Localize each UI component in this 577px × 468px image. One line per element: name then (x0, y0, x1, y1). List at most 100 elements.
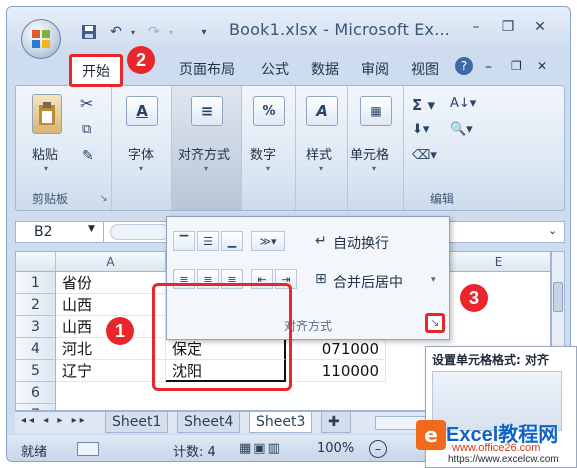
macro-record-icon[interactable] (77, 442, 99, 456)
cells-group: ▦ 单元格 ▾ (348, 86, 404, 210)
styles-group: A 样式 ▾ (296, 86, 348, 210)
row-header[interactable]: 2 (16, 294, 56, 316)
clipboard-launcher-icon[interactable]: ↘ (100, 194, 108, 204)
ribbon-tabs: 开始 页面布局 公式 数据 审阅 视图 ? – ❐ ✕ (7, 53, 570, 87)
redo-dropdown-icon[interactable]: ▾ (165, 23, 177, 41)
font-label[interactable]: 字体 (128, 144, 154, 163)
format-cells-launcher-icon[interactable]: ↘ (425, 313, 445, 333)
customize-dropdown-icon[interactable]: ▾ (197, 23, 211, 41)
ribbon: 粘贴 ▾ ✂ ⧉ ✎ 剪贴板 ↘ A 字体 ▾ ≡ 对齐方式 ▾ % 数字 ▾ (15, 85, 565, 211)
middle-align-icon[interactable]: ☰ (197, 231, 219, 251)
font-icon[interactable]: A (126, 96, 158, 126)
find-select-icon[interactable]: 🔍▾ (450, 122, 473, 137)
fill-icon[interactable]: ⬇▾ (412, 122, 429, 137)
cells-dropdown-icon[interactable]: ▾ (372, 164, 376, 173)
row-header[interactable]: 1 (16, 272, 56, 294)
cells-label[interactable]: 单元格 (350, 144, 389, 163)
paste-dropdown-icon[interactable]: ▾ (44, 164, 48, 173)
copy-icon[interactable]: ⧉ (82, 122, 91, 137)
alignment-group: ≡ 对齐方式 ▾ (172, 86, 242, 210)
ribbon-close-icon[interactable]: ✕ (537, 59, 547, 73)
cell-a5[interactable]: 辽宁 (56, 360, 166, 382)
alignment-icon[interactable]: ≡ (191, 96, 223, 126)
save-icon[interactable] (79, 23, 99, 41)
cell-a2[interactable]: 山西 (56, 294, 166, 316)
styles-icon[interactable]: A (306, 96, 338, 126)
undo-icon[interactable]: ↶ (105, 23, 127, 41)
number-icon[interactable]: % (253, 96, 285, 126)
format-painter-icon[interactable]: ✎ (82, 148, 94, 164)
undo-dropdown-icon[interactable]: ▾ (127, 23, 139, 41)
insert-sheet-icon[interactable]: ✚ (321, 412, 351, 433)
styles-dropdown-icon[interactable]: ▾ (319, 164, 323, 173)
orientation-icon[interactable]: ≫▾ (251, 231, 285, 251)
status-count: 计数: 4 (173, 445, 216, 460)
annotation-badge-3: 3 (460, 284, 488, 312)
sheet-tab-sheet4[interactable]: Sheet4 (177, 412, 241, 433)
scroll-thumb[interactable] (553, 282, 563, 312)
row-header[interactable]: 4 (16, 338, 56, 360)
minimize-icon[interactable]: – (465, 19, 487, 39)
redo-icon[interactable]: ↷ (143, 23, 165, 41)
number-dropdown-icon[interactable]: ▾ (266, 164, 270, 173)
top-align-icon[interactable]: ▔ (173, 231, 195, 251)
office-button[interactable] (21, 19, 61, 59)
column-header-e[interactable]: E (446, 252, 550, 272)
tooltip-title: 设置单元格格式: 对齐 (432, 353, 549, 367)
merge-center-icon[interactable]: ⊞ (315, 271, 327, 287)
formula-expand-icon[interactable]: ⌄ (548, 224, 557, 237)
help-icon[interactable]: ? (455, 57, 473, 75)
ribbon-minimize-icon[interactable]: – (485, 59, 492, 75)
clear-icon[interactable]: ⌫▾ (412, 148, 437, 163)
title-bar: ↶ ▾ ↷ ▾ ▾ Book1.xlsx - Microsoft Ex... –… (7, 7, 570, 59)
wrap-text-icon[interactable]: ↵ (315, 233, 327, 249)
tab-view[interactable]: 视图 (411, 59, 439, 79)
row-header[interactable]: 3 (16, 316, 56, 338)
tab-formulas[interactable]: 公式 (261, 59, 289, 79)
sheet-nav-icon[interactable]: ◂◂ ◂ ▸ ▸▸ (21, 415, 88, 426)
office-logo-icon (32, 30, 50, 48)
paste-icon[interactable] (32, 94, 62, 134)
autosum-icon[interactable]: Σ ▾ (412, 96, 435, 114)
name-box-dropdown-icon[interactable]: ▼ (88, 224, 95, 234)
bottom-align-icon[interactable]: ▁ (221, 231, 243, 251)
alignment-dropdown-icon[interactable]: ▾ (204, 164, 208, 173)
sort-filter-icon[interactable]: A↓▾ (450, 96, 476, 111)
merge-center-dropdown-icon[interactable]: ▾ (431, 275, 436, 285)
restore-icon[interactable]: ❐ (497, 19, 519, 39)
cell-d5[interactable]: 110000 (286, 360, 386, 382)
tab-home[interactable]: 开始 (69, 54, 123, 87)
zoom-level[interactable]: 100% (317, 441, 354, 456)
annotation-badge-1: 1 (106, 317, 134, 345)
merge-center-button[interactable]: 合并后居中 (333, 272, 403, 292)
row-header[interactable]: 5 (16, 360, 56, 382)
formula-controls[interactable] (110, 224, 170, 240)
paste-label[interactable]: 粘贴 (32, 144, 58, 163)
number-label[interactable]: 数字 (250, 144, 276, 163)
alignment-label[interactable]: 对齐方式 (178, 144, 230, 163)
cut-icon[interactable]: ✂ (80, 94, 93, 113)
sheet-tab-sheet1[interactable]: Sheet1 (105, 412, 169, 433)
font-dropdown-icon[interactable]: ▾ (139, 164, 143, 173)
view-buttons-icon[interactable]: ▦▣▥ (239, 441, 282, 456)
editing-group-label: 编辑 (429, 192, 454, 206)
select-all-corner[interactable] (16, 252, 56, 272)
close-icon[interactable]: ✕ (529, 19, 551, 39)
cell-d4[interactable]: 071000 (286, 338, 386, 360)
styles-label[interactable]: 样式 (306, 144, 332, 163)
ribbon-restore-icon[interactable]: ❐ (511, 59, 522, 73)
cell-a1[interactable]: 省份 (56, 272, 166, 294)
column-header-a[interactable]: A (56, 252, 166, 272)
watermark-site-1: www.office26.com (452, 442, 541, 454)
cells-icon[interactable]: ▦ (360, 96, 392, 126)
zoom-out-icon[interactable]: – (369, 440, 387, 458)
row-header[interactable]: 7 (16, 404, 56, 410)
tab-review[interactable]: 审阅 (361, 59, 389, 79)
tab-data[interactable]: 数据 (311, 59, 339, 79)
tab-page-layout[interactable]: 页面布局 (179, 59, 235, 79)
watermark-site-2: https://www.excelcw.com (448, 454, 559, 465)
wrap-text-button[interactable]: 自动换行 (333, 233, 389, 253)
sheet-tab-sheet3[interactable]: Sheet3 (249, 412, 313, 433)
window-title: Book1.xlsx - Microsoft Ex... (229, 20, 451, 39)
row-header[interactable]: 6 (16, 382, 56, 404)
